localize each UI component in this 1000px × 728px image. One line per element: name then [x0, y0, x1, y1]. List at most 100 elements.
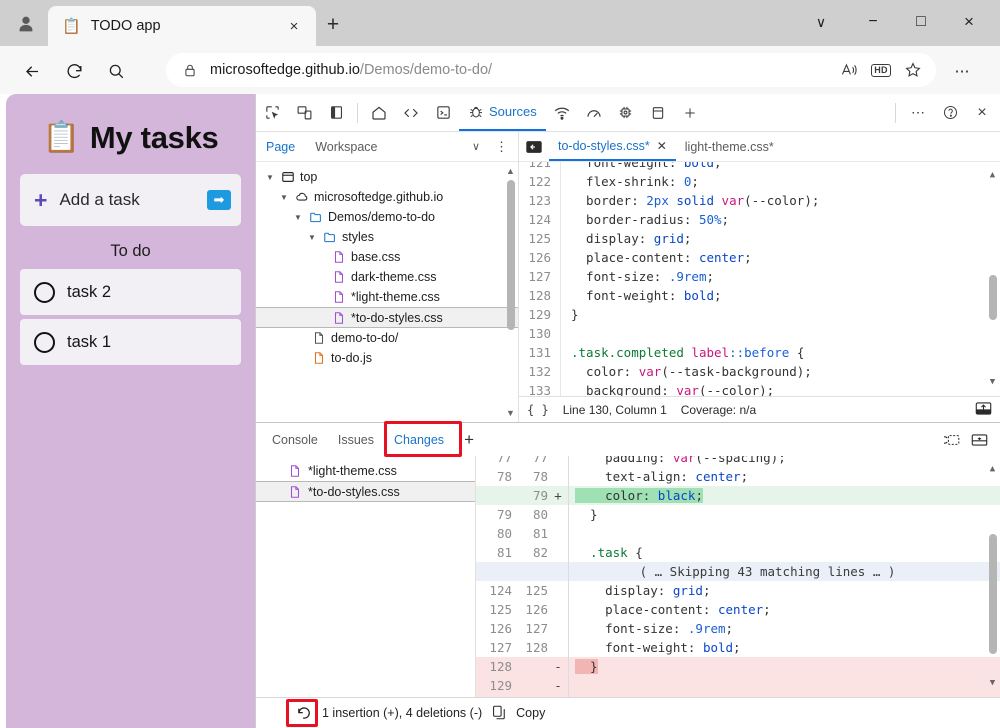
tab-sources[interactable]: Sources [459, 95, 546, 131]
chevron-expanded-icon[interactable]: ▼ [294, 213, 304, 222]
add-task-input[interactable]: + Add a task ➡ [20, 174, 241, 226]
elements-icon[interactable] [395, 98, 427, 128]
hd-label: HD [871, 64, 891, 77]
performance-icon[interactable] [578, 98, 610, 128]
hd-badge-icon[interactable]: HD [866, 56, 896, 84]
tab-page[interactable]: Page [256, 133, 305, 161]
diff-scrollbar[interactable]: ▲ ▼ [987, 460, 998, 693]
css-file-icon [332, 290, 346, 304]
network-icon[interactable] [546, 98, 578, 128]
devtools-more-button[interactable]: ⋯ [902, 98, 934, 128]
dock-drawer-icon[interactable] [971, 433, 988, 447]
help-icon[interactable] [934, 98, 966, 128]
chevron-down-icon[interactable]: ∨ [472, 140, 480, 153]
skip-label: ( … Skipping 43 matching lines … ) [568, 562, 1000, 581]
list-item[interactable]: task 1 [20, 319, 241, 365]
editor-scrollbar[interactable]: ▲ ▼ [987, 166, 998, 392]
close-icon[interactable]: × [282, 14, 306, 38]
file-tree-scrollbar[interactable]: ▲ ▼ [505, 166, 516, 418]
devtools-close-button[interactable]: × [966, 98, 998, 128]
old-line-number: 77 [476, 456, 512, 467]
tree-item-folder-styles[interactable]: ▼ styles [256, 227, 518, 247]
coverage-status: Coverage: n/a [681, 403, 756, 417]
chevron-expanded-icon[interactable]: ▼ [266, 173, 276, 182]
scroll-up-arrow-icon[interactable]: ▲ [990, 166, 995, 185]
favorite-star-icon[interactable] [898, 56, 928, 84]
sources-navigator: Page Workspace ∨ ⋮ ▼ top ▼ [256, 132, 519, 422]
old-line-number: 127 [476, 638, 512, 657]
application-icon[interactable] [610, 98, 642, 128]
scroll-thumb[interactable] [989, 275, 997, 320]
new-tab-button[interactable]: + [318, 10, 348, 40]
console-icon[interactable] [427, 98, 459, 128]
tree-item-to-do-js[interactable]: to-do.js [256, 348, 518, 368]
tree-item-origin[interactable]: ▼ microsoftedge.github.io [256, 187, 518, 207]
tab-workspace[interactable]: Workspace [305, 133, 387, 161]
memory-icon[interactable] [642, 98, 674, 128]
code-line: 124 border-radius: 50%; [519, 210, 1000, 229]
editor-tab-light-theme[interactable]: light-theme.css* [676, 132, 783, 161]
restore-drawer-icon[interactable] [944, 433, 960, 447]
close-icon[interactable]: ✕ [657, 139, 667, 153]
show-navigator-icon[interactable] [519, 140, 549, 154]
read-aloud-icon[interactable] [834, 56, 864, 84]
code-editor[interactable]: 121 font-weight: bold; 122 flex-shrink: … [519, 162, 1000, 396]
copy-icon[interactable] [490, 705, 508, 720]
tab-actions-chevron-icon[interactable]: ∨ [798, 0, 844, 44]
add-panel-button[interactable] [674, 98, 706, 128]
scroll-up-arrow-icon[interactable]: ▲ [506, 166, 515, 176]
chevron-expanded-icon[interactable]: ▼ [280, 193, 290, 202]
tree-item-top[interactable]: ▼ top [256, 167, 518, 187]
browser-tab[interactable]: 📋 TODO app × [48, 6, 316, 46]
open-in-panel-icon[interactable] [975, 401, 992, 419]
revert-changes-icon[interactable] [292, 703, 314, 723]
dock-side-icon[interactable] [320, 98, 352, 128]
scroll-down-arrow-icon[interactable]: ▼ [506, 408, 515, 418]
js-file-icon [312, 351, 326, 365]
padlock-icon[interactable] [180, 63, 200, 78]
scroll-thumb[interactable] [507, 180, 515, 330]
window-close-button[interactable]: × [946, 0, 992, 44]
scroll-down-arrow-icon[interactable]: ▼ [990, 373, 995, 392]
scroll-up-arrow-icon[interactable]: ▲ [990, 460, 995, 479]
reload-button[interactable] [58, 55, 90, 87]
tab-console[interactable]: Console [262, 433, 328, 447]
scroll-thumb[interactable] [989, 534, 997, 654]
tab-changes[interactable]: Changes [384, 433, 454, 447]
task-checkbox-icon[interactable] [34, 282, 55, 303]
inspect-element-icon[interactable] [256, 98, 288, 128]
submit-task-button[interactable]: ➡ [207, 190, 231, 210]
search-button[interactable] [100, 55, 132, 87]
task-checkbox-icon[interactable] [34, 332, 55, 353]
scroll-down-arrow-icon[interactable]: ▼ [990, 674, 995, 693]
tree-item-dark-theme-css[interactable]: dark-theme.css [256, 267, 518, 287]
maximize-button[interactable]: □ [898, 0, 944, 44]
format-code-icon[interactable]: { } [527, 403, 549, 417]
tree-item-to-do-styles-css[interactable]: *to-do-styles.css [256, 307, 518, 328]
back-button[interactable] [16, 55, 48, 87]
tree-item-demo-to-do[interactable]: demo-to-do/ [256, 328, 518, 348]
task-label: task 2 [67, 283, 111, 302]
chevron-expanded-icon[interactable]: ▼ [308, 233, 318, 242]
list-item[interactable]: *light-theme.css [256, 460, 475, 481]
profile-button[interactable] [4, 4, 48, 44]
navigator-more-icon[interactable]: ⋮ [495, 139, 508, 155]
address-bar[interactable]: microsoftedge.github.io/Demos/demo-to-do… [166, 53, 936, 87]
device-emulation-icon[interactable] [288, 98, 320, 128]
tree-item-light-theme-css[interactable]: *light-theme.css [256, 287, 518, 307]
list-item[interactable]: *to-do-styles.css [256, 481, 475, 502]
list-item[interactable]: task 2 [20, 269, 241, 315]
minimize-button[interactable]: − [850, 0, 896, 44]
diff-viewer[interactable]: 7777 padding: var(--spacing); 7878 text-… [476, 456, 1000, 697]
diff-line: 7878 text-align: center; [476, 467, 1000, 486]
tree-item-folder-demos[interactable]: ▼ Demos/demo-to-do [256, 207, 518, 227]
browser-settings-button[interactable]: ⋯ [946, 55, 978, 87]
editor-tab-bar: to-do-styles.css* ✕ light-theme.css* [519, 132, 1000, 162]
drawer-add-tab-button[interactable]: + [454, 430, 484, 450]
new-line-number: 78 [512, 467, 548, 486]
home-icon[interactable] [363, 98, 395, 128]
copy-label[interactable]: Copy [516, 706, 545, 720]
tree-item-base-css[interactable]: base.css [256, 247, 518, 267]
editor-tab-to-do-styles[interactable]: to-do-styles.css* ✕ [549, 132, 676, 161]
tab-issues[interactable]: Issues [328, 433, 384, 447]
